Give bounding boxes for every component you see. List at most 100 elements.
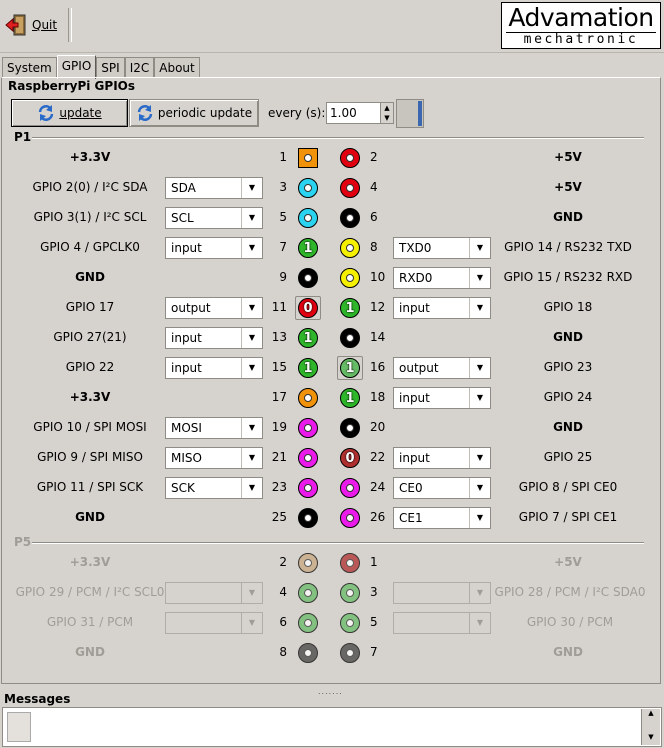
quit-button[interactable]: Quit	[4, 12, 57, 38]
pin-toggle-button[interactable]: 0	[295, 296, 321, 320]
chevron-down-icon: ▼	[241, 178, 262, 198]
pin-hole	[346, 334, 354, 342]
pin-green: 1	[298, 358, 318, 378]
pin-mode-select-right[interactable]: input ▼	[393, 387, 491, 409]
pin-label-right: GND	[553, 420, 583, 434]
logo-line2: mechatronic	[506, 32, 656, 47]
pin-mode-select-left[interactable]: output ▼	[165, 297, 263, 319]
pin-magenta	[298, 448, 318, 468]
pin-number-right: 10	[370, 270, 386, 284]
pin-mode-select-right[interactable]: TXD0 ▼	[393, 237, 491, 259]
pin-hole	[304, 424, 312, 432]
pin-number-left: 13	[271, 330, 287, 344]
pin-yellow	[340, 268, 360, 288]
pin-mode-select-left[interactable]: MOSI ▼	[165, 417, 263, 439]
splitter-handle[interactable]: .......	[318, 687, 343, 696]
pin-value: 0	[345, 450, 355, 466]
pin-mode-select-left[interactable]: SCK ▼	[165, 477, 263, 499]
pin-label-right: GPIO 24	[543, 390, 593, 404]
pin-number-left: 7	[279, 240, 287, 254]
pin-mode-select-right[interactable]: CE1 ▼	[393, 507, 491, 529]
pin-hole	[346, 184, 354, 192]
tab-about[interactable]: About	[154, 57, 200, 78]
pin-number-right: 24	[370, 480, 386, 494]
pin-mode-select-right[interactable]: input ▼	[393, 297, 491, 319]
pin-label-left: GND	[75, 645, 105, 659]
pin-mode-select-right[interactable]: input ▼	[393, 447, 491, 469]
pin-hole	[304, 184, 312, 192]
tab-i2c[interactable]: I2C	[124, 57, 155, 78]
pin-hole	[304, 274, 312, 282]
pin-hole	[304, 484, 312, 492]
pin-hole	[304, 394, 312, 402]
update-label: update	[59, 106, 102, 120]
update-button[interactable]: update	[11, 99, 128, 127]
pin-hole	[346, 274, 354, 282]
pin-mode-select-right: ▼	[393, 582, 491, 604]
periodic-toggle-button[interactable]	[396, 99, 424, 128]
select-value: output	[171, 301, 211, 315]
pin-label-right: GPIO 28 / PCM / I²C SDA0	[494, 585, 646, 599]
quit-icon	[5, 14, 26, 36]
chevron-down-icon: ▼	[241, 478, 262, 498]
pin-hole	[346, 619, 354, 627]
pin-darkred	[340, 553, 360, 573]
pin-value: 1	[345, 300, 355, 316]
pin-hole	[304, 154, 312, 162]
pin-mode-select-left[interactable]: MISO ▼	[165, 447, 263, 469]
pin-mode-select-right[interactable]: RXD0 ▼	[393, 267, 491, 289]
pin-toggle-button[interactable]: 1	[337, 356, 363, 380]
pin-mode-select-right[interactable]: output ▼	[393, 357, 491, 379]
pin-label-left: GPIO 3(1) / I²C SCL	[33, 210, 147, 224]
pin-label-right: +5V	[554, 555, 582, 569]
tab-spi[interactable]: SPI	[96, 57, 125, 78]
chevron-down-icon: ▼	[241, 298, 262, 318]
pin-number-right: 20	[370, 420, 386, 434]
select-value: input	[171, 241, 202, 255]
pin-label-left: GPIO 22	[65, 360, 115, 374]
pin-black	[340, 418, 360, 438]
pin-hole	[346, 484, 354, 492]
pin-number-right: 5	[370, 615, 378, 629]
pin-black	[298, 268, 318, 288]
pin-orange	[298, 148, 318, 168]
pin-label-left: GPIO 27(21)	[53, 330, 127, 344]
pin-black	[298, 508, 318, 528]
section-p5: P5	[14, 535, 32, 549]
pin-hole	[346, 649, 354, 657]
select-value: input	[399, 301, 430, 315]
pin-label-right: GPIO 25	[543, 450, 593, 464]
pin-mode-select-left[interactable]: input ▼	[165, 237, 263, 259]
tab-bar: System GPIO SPI I2C About	[2, 55, 200, 79]
pin-label-right: GPIO 8 / SPI CE0	[518, 480, 618, 494]
pin-mode-select-right[interactable]: CE0 ▼	[393, 477, 491, 499]
pin-hole	[304, 454, 312, 462]
pin-label-left: GPIO 2(0) / I²C SDA	[32, 180, 148, 194]
chevron-down-icon: ▼	[241, 328, 262, 348]
pin-mode-select-left[interactable]: input ▼	[165, 327, 263, 349]
messages-area[interactable]: ▲ ▼	[2, 707, 662, 747]
pin-label-right: +5V	[554, 180, 582, 194]
pin-hole	[346, 424, 354, 432]
section-p5-divider	[32, 542, 644, 544]
messages-scrollbar[interactable]: ▲ ▼	[641, 709, 660, 745]
select-value: MISO	[171, 451, 202, 465]
section-p1-divider	[32, 137, 644, 139]
periodic-update-button[interactable]: periodic update	[129, 99, 259, 127]
interval-spinbox[interactable]: 1.00 ▲ ▼	[326, 102, 394, 124]
spin-arrows[interactable]: ▲ ▼	[380, 103, 393, 123]
pin-yellow	[340, 238, 360, 258]
pin-number-right: 6	[370, 210, 378, 224]
pin-number-right: 3	[370, 585, 378, 599]
pin-black	[340, 208, 360, 228]
tab-system[interactable]: System	[2, 57, 57, 78]
messages-title: Messages	[4, 692, 71, 706]
tab-gpio[interactable]: GPIO	[56, 55, 97, 79]
pin-mode-select-left[interactable]: input ▼	[165, 357, 263, 379]
pin-label-left: GPIO 31 / PCM	[46, 615, 134, 629]
pin-hole	[304, 214, 312, 222]
pin-lightgreen	[340, 613, 360, 633]
pin-mode-select-left[interactable]: SDA ▼	[165, 177, 263, 199]
pin-number-left: 23	[271, 480, 287, 494]
pin-mode-select-left[interactable]: SCL ▼	[165, 207, 263, 229]
